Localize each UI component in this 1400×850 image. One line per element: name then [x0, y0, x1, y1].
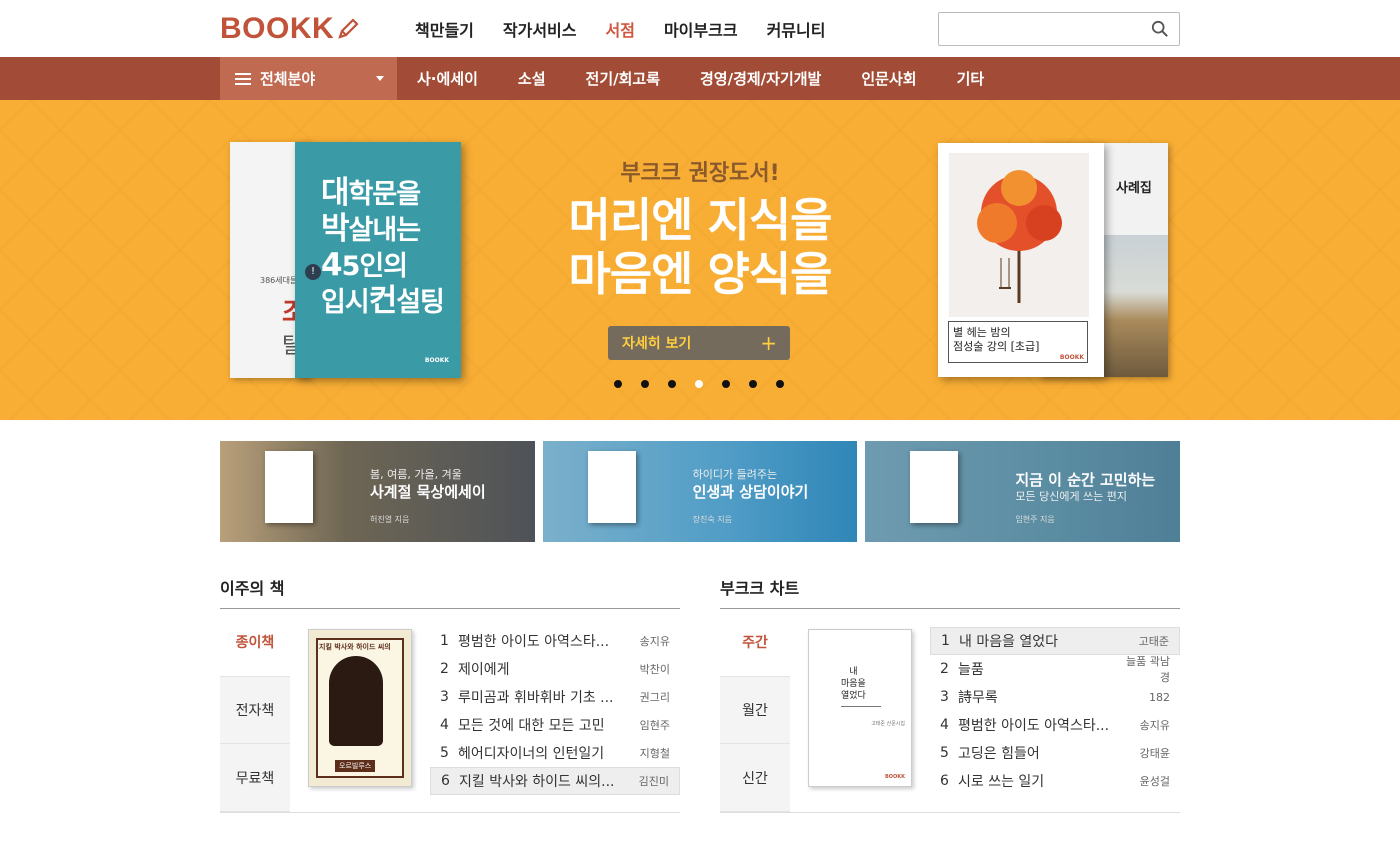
carousel-dots — [614, 380, 784, 388]
category-biography[interactable]: 전기/회고록 — [586, 68, 660, 89]
promo-book-cover — [265, 451, 313, 523]
banner-headline: 부크크 권장도서! 머리엔 지식을 마음엔 양식을 — [540, 155, 860, 301]
publisher-mark: BOOKK — [424, 357, 449, 364]
list-item[interactable]: 5 고딩은 힘들어 강태윤 — [930, 739, 1180, 767]
category-etc[interactable]: 기타 — [957, 68, 985, 89]
tab-new[interactable]: 신간 — [720, 744, 790, 813]
all-categories-dropdown[interactable]: 전체분야 — [220, 57, 397, 100]
tab-paper-book[interactable]: 종이책 — [220, 609, 290, 677]
weekly-book-list: 1 평범한 아이도 아역스타... 송지유 2 제이에게 박찬이 3 루미곰과 휘바휘바 … — [430, 627, 680, 812]
hero-banner: 386세대들 조 탈 대학문을 박살내는 45인의 입시컨설팅 ! BOOKK … — [0, 100, 1400, 420]
promo-banner[interactable]: 봄, 여름, 가을, 겨울 사계절 묵상에세이 허진열 지음 — [220, 441, 535, 542]
category-essay[interactable]: 사·에세이 — [417, 68, 478, 89]
banner-book-left[interactable]: 대학문을 박살내는 45인의 입시컨설팅 ! BOOKK — [295, 142, 461, 378]
menu-icon — [235, 72, 251, 85]
carousel-dot[interactable] — [668, 380, 676, 388]
tree-illustration — [949, 153, 1089, 317]
promo-banner[interactable]: 하이디가 들려주는 인생과 상담이야기 장진숙 지음 — [542, 441, 858, 542]
list-item-selected[interactable]: 1내 마음을 열었다 고태준 — [930, 627, 1180, 655]
panel-title: 부크크 차트 — [720, 573, 1180, 609]
carousel-dot[interactable] — [695, 380, 703, 388]
list-item[interactable]: 4 모든 것에 대한 모든 고민 임현주 — [430, 711, 680, 739]
promo-row: 봄, 여름, 가을, 겨울 사계절 묵상에세이 허진열 지음 하이디가 들려주는… — [220, 441, 1181, 542]
promo-book-cover — [587, 451, 636, 523]
cover-title: 내 마음을 열었다 — [841, 667, 866, 701]
list-item[interactable]: 5 헤어디자이너의 인턴일기 지형철 — [430, 739, 680, 767]
list-item[interactable]: 3 루미곰과 휘바휘바 기초 ... 권그리 — [430, 683, 680, 711]
panel-title: 이주의 책 — [220, 573, 680, 609]
banner-book-right[interactable]: 별 헤는 밤의 점성술 강의 [초급] BOOKK — [938, 143, 1104, 377]
carousel-dot[interactable] — [641, 380, 649, 388]
nav-make-book[interactable]: 책만들기 — [415, 17, 474, 41]
publisher-mark: BOOKK — [1059, 354, 1084, 361]
logo[interactable]: BOOKK — [220, 12, 415, 46]
list-item[interactable]: 6 시로 쓰는 일기 윤성걸 — [930, 767, 1180, 795]
category-humanities[interactable]: 인문사회 — [861, 68, 916, 89]
banner-subtitle: 부크크 권장도서! — [620, 161, 780, 186]
nav-author-service[interactable]: 작가서비스 — [503, 17, 577, 41]
logo-text: BOOKK — [220, 11, 335, 45]
category-business[interactable]: 경영/경제/자기개발 — [700, 68, 821, 89]
exclamation-icon: ! — [305, 264, 321, 280]
top-nav: 책만들기 작가서비스 서점 마이부크크 커뮤니티 — [415, 17, 825, 41]
weekly-books-panel: 이주의 책 종이책 전자책 무료책 지킬 박사와 하이드 씨의 오르빌루스 1평… — [220, 573, 680, 813]
tab-monthly[interactable]: 월간 — [720, 676, 790, 745]
banner-more-button[interactable]: 자세히 보기 + — [608, 326, 790, 360]
promo-book-cover — [910, 451, 959, 523]
search-icon[interactable] — [1151, 20, 1169, 38]
tab-free-book[interactable]: 무료책 — [220, 744, 290, 813]
list-item[interactable]: 1 평범한 아이도 아역스타... 송지유 — [430, 627, 680, 655]
list-item[interactable]: 2 제이에게 박찬이 — [430, 655, 680, 683]
tab-ebook[interactable]: 전자책 — [220, 676, 290, 745]
list-item-selected[interactable]: 6 지킬 박사와 하이드 씨의... 김진미 — [430, 767, 680, 795]
site-header: BOOKK 책만들기 작가서비스 서점 마이부크크 커뮤니티 — [0, 0, 1400, 57]
list-item[interactable]: 3 詩무록 182 — [930, 683, 1180, 711]
category-bar: 전체분야 사·에세이 소설 전기/회고록 경영/경제/자기개발 인문사회 기타 — [0, 57, 1400, 100]
search-input[interactable] — [947, 13, 1147, 44]
search-box — [938, 11, 1180, 46]
nav-community[interactable]: 커뮤니티 — [767, 17, 826, 41]
category-novel[interactable]: 소설 — [518, 68, 546, 89]
banner-title: 머리엔 지식을 마음엔 양식을 — [568, 193, 833, 301]
nav-bookstore[interactable]: 서점 — [606, 17, 635, 41]
list-item[interactable]: 4 평범한 아이도 아역스타... 송지유 — [930, 711, 1180, 739]
featured-book-cover[interactable]: 지킬 박사와 하이드 씨의 오르빌루스 — [308, 629, 412, 787]
carousel-dot[interactable] — [722, 380, 730, 388]
book-lists: 이주의 책 종이책 전자책 무료책 지킬 박사와 하이드 씨의 오르빌루스 1평… — [220, 573, 1180, 813]
carousel-dot[interactable] — [776, 380, 784, 388]
chart-book-list: 1내 마음을 열었다 고태준 2 늘품 늘품 곽남경 3 詩무록 182 4 평범한 아이도… — [930, 627, 1180, 812]
bookk-chart-panel: 부크크 차트 주간 월간 신간 내 마음을 열었다 고태준 산문시집 BOOKK — [720, 573, 1180, 813]
banner-book-left-title: 대학문을 박살내는 45인의 입시컨설팅 — [321, 175, 445, 319]
category-nav: 사·에세이 소설 전기/회고록 경영/경제/자기개발 인문사회 기타 — [417, 68, 1024, 89]
all-categories-label: 전체분야 — [260, 70, 316, 88]
pen-icon — [338, 17, 359, 39]
weekly-tabs: 종이책 전자책 무료책 — [220, 609, 290, 813]
list-item[interactable]: 2 늘품 늘품 곽남경 — [930, 655, 1180, 684]
carousel-dot[interactable] — [614, 380, 622, 388]
caret-down-icon — [376, 76, 384, 81]
carousel-dot[interactable] — [749, 380, 757, 388]
featured-book-cover[interactable]: 내 마음을 열었다 고태준 산문시집 BOOKK — [808, 629, 912, 787]
chart-tabs: 주간 월간 신간 — [720, 609, 790, 813]
tab-weekly[interactable]: 주간 — [720, 609, 790, 677]
promo-banner[interactable]: 지금 이 순간 고민하는 모든 당신에게 쓰는 편지 임현주 지음 — [865, 441, 1181, 542]
nav-my-bookk[interactable]: 마이부크크 — [664, 17, 738, 41]
plus-icon: + — [760, 331, 777, 355]
